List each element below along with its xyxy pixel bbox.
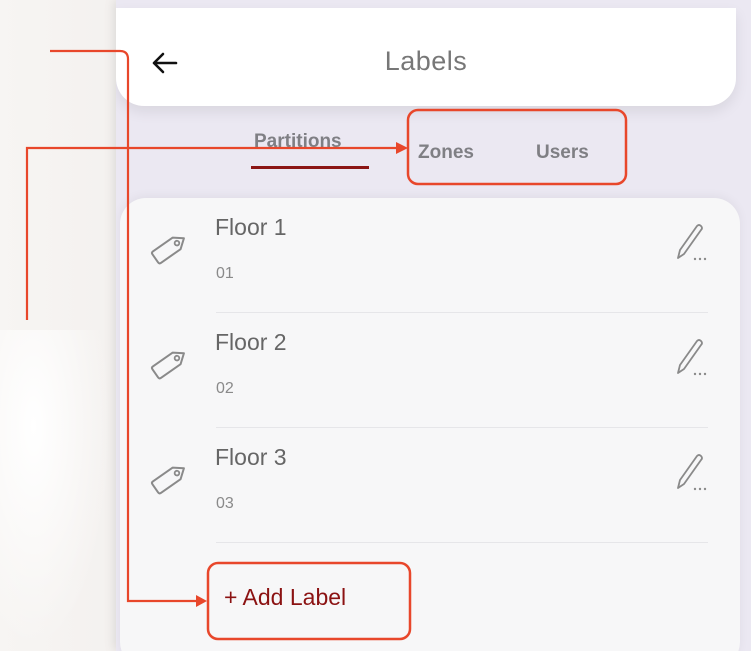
- label-row[interactable]: Floor 3 03: [120, 428, 740, 543]
- label-code: 03: [216, 495, 234, 512]
- tag-icon: [150, 351, 185, 380]
- label-code: 01: [216, 265, 234, 282]
- tag-icon: [150, 466, 185, 495]
- active-tab-indicator: [251, 166, 369, 169]
- tab-users[interactable]: Users: [536, 142, 589, 164]
- label-name: Floor 1: [215, 214, 287, 240]
- background-glow: [0, 330, 112, 651]
- row-divider: [216, 542, 708, 543]
- label-name: Floor 2: [215, 329, 287, 355]
- app-header: Labels: [116, 8, 736, 106]
- add-label-button[interactable]: + Add Label: [224, 584, 346, 611]
- label-code: 02: [216, 380, 234, 397]
- pencil-icon[interactable]: [668, 220, 714, 266]
- labels-list: Floor 1 01 Floor 2 02 Floor 3 03 + Add L…: [120, 198, 740, 651]
- page-title: Labels: [384, 46, 468, 76]
- pencil-icon[interactable]: [668, 450, 714, 496]
- tab-partitions[interactable]: Partitions: [254, 131, 342, 153]
- app-screen: Labels Partitions Zones Users Floor 1 01: [116, 0, 751, 651]
- label-row[interactable]: Floor 2 02: [120, 313, 740, 428]
- tag-icon: [150, 236, 185, 265]
- tab-zones[interactable]: Zones: [418, 142, 474, 164]
- label-row[interactable]: Floor 1 01: [120, 198, 740, 313]
- pencil-icon[interactable]: [668, 335, 714, 381]
- label-name: Floor 3: [215, 444, 287, 470]
